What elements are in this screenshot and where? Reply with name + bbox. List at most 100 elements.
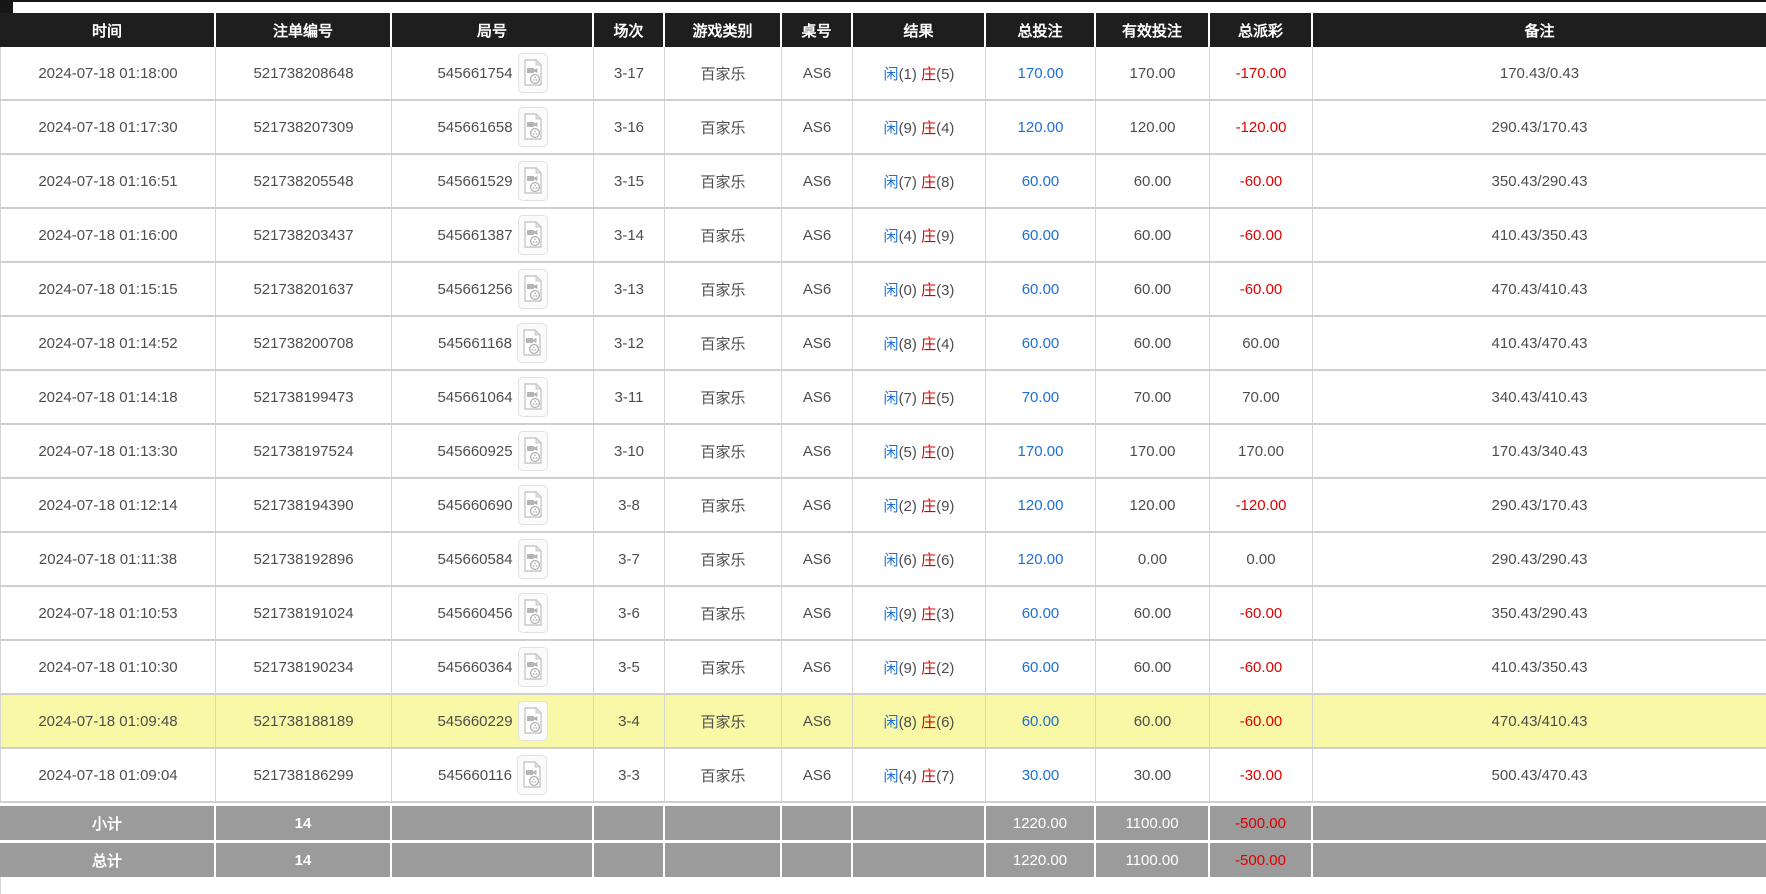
round-id-text: 545660116 (438, 766, 512, 784)
cell-total-bet[interactable]: 170.00 (986, 425, 1096, 479)
cell-payout: 170.00 (1210, 425, 1313, 479)
footer-empty-cell (853, 840, 986, 877)
cell-table-no: AS6 (782, 749, 853, 803)
cell-remark: 350.43/290.43 (1313, 587, 1766, 641)
result-banker-label: 庄 (921, 227, 937, 245)
cell-total-bet[interactable]: 60.00 (986, 209, 1096, 263)
column-header-table-no: 桌号 (782, 13, 853, 47)
footer-empty-cell (594, 840, 665, 877)
cell-bet-id: 521738207309 (216, 101, 392, 155)
cell-payout: -120.00 (1210, 101, 1313, 155)
cell-time: 2024-07-18 01:14:52 (0, 317, 216, 371)
cell-time: 2024-07-18 01:16:51 (0, 155, 216, 209)
cell-total-bet[interactable]: 60.00 (986, 317, 1096, 371)
cell-table-no: AS6 (782, 533, 853, 587)
cell-session: 3-4 (594, 695, 665, 749)
footer-empty-cell (392, 840, 594, 877)
header-row: 时间 注单编号 局号 场次 游戏类别 桌号 结果 总投注 有效投注 总派彩 备注 (0, 13, 1766, 47)
table-row: 2024-07-18 01:09:48 521738188189 545660229… (0, 695, 1766, 749)
cell-remark: 410.43/350.43 (1313, 641, 1766, 695)
subtotal-row: 小计 14 1220.00 1100.00 -500.00 (0, 803, 1766, 840)
cell-total-bet[interactable]: 60.00 (986, 641, 1096, 695)
result-player-label: 闲 (883, 119, 899, 137)
column-header-payout: 总派彩 (1210, 13, 1313, 47)
result-banker-label: 庄 (921, 767, 937, 785)
cell-time: 2024-07-18 01:10:53 (0, 587, 216, 641)
cell-result: 闲(7) 庄(5) (853, 371, 986, 425)
video-replay-button[interactable] (516, 323, 547, 363)
cell-session: 3-17 (594, 47, 665, 101)
video-replay-button[interactable] (517, 431, 548, 471)
round-id-text: 545660690 (437, 496, 513, 514)
cell-game-type: 百家乐 (665, 641, 782, 695)
cell-total-bet[interactable]: 60.00 (986, 695, 1096, 749)
round-id-text: 545661658 (437, 118, 513, 136)
cell-session: 3-6 (594, 587, 665, 641)
round-id-text: 545660229 (437, 712, 513, 730)
cell-session: 3-12 (594, 317, 665, 371)
video-replay-button[interactable] (517, 539, 548, 579)
footer-empty-cell (665, 840, 782, 877)
result-player-score: (0) (898, 281, 917, 299)
cell-total-bet[interactable]: 60.00 (986, 263, 1096, 317)
cell-time: 2024-07-18 01:09:04 (0, 749, 216, 803)
table-footer: 小计 14 1220.00 1100.00 -500.00 总计 14 1220.00 1100… (0, 803, 1766, 877)
video-replay-button[interactable] (516, 755, 547, 795)
video-replay-button[interactable] (517, 161, 548, 201)
round-id-text: 545661168 (438, 334, 512, 352)
cell-valid-bet: 60.00 (1096, 155, 1210, 209)
cell-total-bet[interactable]: 60.00 (986, 155, 1096, 209)
cell-session: 3-11 (594, 371, 665, 425)
cell-remark: 170.43/0.43 (1313, 47, 1766, 101)
video-replay-button[interactable] (517, 107, 548, 147)
cell-time: 2024-07-18 01:16:00 (0, 209, 216, 263)
cell-total-bet[interactable]: 120.00 (986, 101, 1096, 155)
video-replay-button[interactable] (517, 701, 548, 741)
cell-valid-bet: 60.00 (1096, 263, 1210, 317)
cell-valid-bet: 170.00 (1096, 425, 1210, 479)
cell-bet-id: 521738200708 (216, 317, 392, 371)
cell-remark: 470.43/410.43 (1313, 263, 1766, 317)
cell-table-no: AS6 (782, 371, 853, 425)
result-player-score: (5) (898, 443, 917, 461)
cell-session: 3-15 (594, 155, 665, 209)
cell-total-bet[interactable]: 60.00 (986, 587, 1096, 641)
video-replay-button[interactable] (517, 485, 548, 525)
video-replay-button[interactable] (517, 377, 548, 417)
result-player-label: 闲 (883, 65, 899, 83)
cell-valid-bet: 60.00 (1096, 317, 1210, 371)
result-player-score: (6) (898, 551, 917, 569)
result-banker-score: (3) (936, 281, 955, 299)
cell-result: 闲(1) 庄(5) (853, 47, 986, 101)
result-banker-label: 庄 (921, 119, 937, 137)
cell-remark: 410.43/350.43 (1313, 209, 1766, 263)
footer-empty-cell (853, 803, 986, 840)
video-replay-button[interactable] (517, 593, 548, 633)
result-banker-label: 庄 (921, 659, 937, 677)
round-id-text: 545661529 (437, 172, 513, 190)
cell-total-bet[interactable]: 120.00 (986, 533, 1096, 587)
cell-round-id: 545661168 (392, 317, 594, 371)
result-banker-score: (2) (936, 659, 955, 677)
cell-total-bet[interactable]: 120.00 (986, 479, 1096, 533)
cell-payout: -60.00 (1210, 263, 1313, 317)
result-player-label: 闲 (883, 497, 899, 515)
result-player-score: (9) (898, 605, 917, 623)
cell-bet-id: 521738199473 (216, 371, 392, 425)
video-icon (523, 653, 542, 680)
cell-game-type: 百家乐 (665, 155, 782, 209)
result-banker-score: (4) (936, 119, 955, 137)
cell-bet-id: 521738197524 (216, 425, 392, 479)
cell-total-bet[interactable]: 70.00 (986, 371, 1096, 425)
cell-remark: 340.43/410.43 (1313, 371, 1766, 425)
cell-payout: -120.00 (1210, 479, 1313, 533)
cell-total-bet[interactable]: 30.00 (986, 749, 1096, 803)
video-replay-button[interactable] (517, 215, 548, 255)
result-player-score: (7) (898, 389, 917, 407)
video-replay-button[interactable] (517, 53, 548, 93)
video-replay-button[interactable] (517, 269, 548, 309)
cell-total-bet[interactable]: 170.00 (986, 47, 1096, 101)
video-replay-button[interactable] (517, 647, 548, 687)
cell-time: 2024-07-18 01:13:30 (0, 425, 216, 479)
cell-payout: -60.00 (1210, 695, 1313, 749)
